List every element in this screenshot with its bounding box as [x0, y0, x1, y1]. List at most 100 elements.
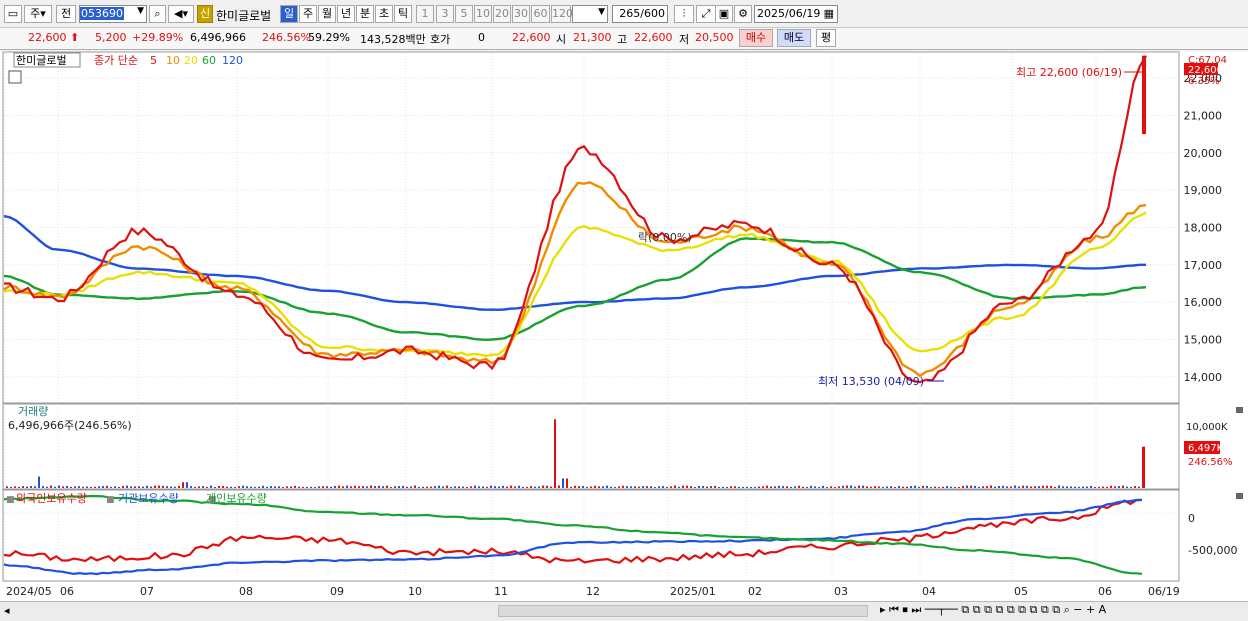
volume-bar: [1050, 485, 1052, 488]
x-axis-label: 06/19: [1148, 585, 1180, 598]
speaker-icon[interactable]: ◀▾: [168, 5, 194, 23]
volume-bar: [238, 486, 240, 488]
quote-bar: 22,600 ⬆ 5,200 +29.89% 6,496,966 246.56%…: [0, 28, 1248, 50]
volume-bar: [298, 486, 300, 488]
eval-button[interactable]: 평: [816, 29, 836, 47]
volume-bar: [494, 486, 496, 488]
ma-period-20: 20: [184, 54, 198, 67]
volume-bar: [1114, 486, 1116, 488]
volume-bar: [794, 486, 796, 488]
volume-bar: [134, 486, 136, 488]
volume-bar: [530, 486, 532, 488]
bottom-scrollbar[interactable]: ◂ ▸ ⏮ ⏹ ⏭ ──┬── ⧉ ⧉ ⧉ ⧉ ⧉ ⧉ ⧉ ⧉ ⧉ ⌕ − + …: [0, 601, 1248, 621]
interval-button-5[interactable]: 5: [455, 5, 473, 23]
draw-icon[interactable]: ⤢: [696, 5, 716, 23]
search-icon[interactable]: ⌕: [149, 5, 166, 23]
buy-button[interactable]: 매수: [739, 29, 773, 47]
volume-bar: [218, 485, 220, 488]
chart-svg[interactable]: 22,00021,00020,00019,00018,00017,00016,0…: [0, 51, 1248, 601]
interval-button-20[interactable]: 20: [493, 5, 511, 23]
gear-icon[interactable]: ⚙: [734, 5, 752, 23]
volume-bar: [674, 485, 676, 488]
volume-bar: [146, 485, 148, 488]
volume-bar: [1082, 486, 1084, 488]
volume-bar: [862, 485, 864, 488]
volume-bar: [1118, 486, 1120, 488]
volume-bar: [806, 486, 808, 488]
volume-bar: [642, 486, 644, 488]
interval-button-60[interactable]: 60: [531, 5, 550, 23]
period-tab-3[interactable]: 년: [337, 5, 355, 23]
scroll-controls[interactable]: ▸ ⏮ ⏹ ⏭ ──┬── ⧉ ⧉ ⧉ ⧉ ⧉ ⧉ ⧉ ⧉ ⧉ ⌕ − + A: [880, 603, 1106, 617]
volume-bar: [510, 485, 512, 488]
volume-bar: [734, 486, 736, 488]
volume-bar: [366, 486, 368, 488]
stock-code-input[interactable]: 053690 ▼: [79, 5, 147, 23]
volume-bar: [942, 486, 944, 488]
layout-icon[interactable]: ▭: [4, 5, 22, 23]
x-axis-label: 06: [60, 585, 74, 598]
volume-panel: [2, 403, 1180, 490]
volume-bar: [22, 486, 24, 488]
sell-button[interactable]: 매도: [777, 29, 811, 47]
volume-bar: [714, 485, 716, 488]
interval-button-120[interactable]: 120: [551, 5, 573, 23]
volume-bar: [234, 486, 236, 488]
volume-current-pct: 246.56%: [1188, 457, 1233, 468]
period-tab-0[interactable]: 일: [280, 5, 298, 23]
interval-dropdown[interactable]: ▼: [572, 5, 608, 23]
save-icon[interactable]: ▣: [715, 5, 733, 23]
holder-close-icon: [1236, 493, 1243, 499]
volume-bar: [178, 485, 180, 488]
volume-bar: [754, 486, 756, 488]
volume-bar: [1062, 486, 1064, 488]
interval-button-30[interactable]: 30: [512, 5, 530, 23]
volume-bar: [18, 486, 20, 488]
volume-bar: [1042, 485, 1044, 488]
volume-bar: [866, 486, 868, 488]
volume-bar: [946, 486, 948, 488]
volume-bar: [570, 486, 572, 488]
x-axis-label: 11: [494, 585, 508, 598]
volume-bar: [590, 486, 592, 488]
period-tab-1[interactable]: 주: [299, 5, 317, 23]
interval-button-1[interactable]: 1: [416, 5, 434, 23]
period-tab-4[interactable]: 분: [356, 5, 374, 23]
ma-period-60: 60: [202, 54, 216, 67]
scroll-left-icon[interactable]: ◂: [4, 604, 10, 617]
x-axis-label: 09: [330, 585, 344, 598]
volume-bar: [1058, 485, 1060, 488]
interval-button-3[interactable]: 3: [436, 5, 454, 23]
period-tab-5[interactable]: 초: [375, 5, 393, 23]
interval-button-10[interactable]: 10: [474, 5, 492, 23]
volume-bar: [934, 486, 936, 488]
market-select[interactable]: 주▾: [24, 5, 52, 23]
volume-bar: [562, 478, 564, 488]
period-tab-2[interactable]: 월: [318, 5, 336, 23]
volume-bar: [314, 486, 316, 488]
period-tab-6[interactable]: 틱: [394, 5, 412, 23]
volume-bar: [518, 485, 520, 488]
date-input[interactable]: 2025/06/19 ▦: [754, 5, 838, 23]
prev-button[interactable]: 전: [56, 5, 76, 23]
volume-bar: [858, 485, 860, 488]
count-input[interactable]: 265/600: [612, 5, 668, 23]
volume-bar: [846, 485, 848, 488]
scroll-track[interactable]: [498, 605, 868, 617]
new-badge: 신: [197, 5, 213, 23]
x-axis-label: 2024/05: [6, 585, 52, 598]
volume-bar: [630, 486, 632, 488]
volume-bar: [98, 486, 100, 488]
calculator-icon: [8, 70, 22, 84]
volume-bar: [166, 486, 168, 488]
volume-bar: [210, 485, 212, 488]
change: 5,200: [95, 31, 127, 44]
volume-bar: [358, 486, 360, 488]
high-value: 22,600: [634, 31, 673, 44]
chart-area[interactable]: 22,000 21,000 20,000 19,000 18,000 17,000 16,0…: [0, 51, 1248, 601]
candle-icon[interactable]: ⫶: [674, 5, 694, 23]
volume-bar: [1130, 486, 1132, 488]
volume-bar: [618, 486, 620, 488]
volume-bar: [834, 487, 836, 488]
volume-bar: [738, 486, 740, 488]
